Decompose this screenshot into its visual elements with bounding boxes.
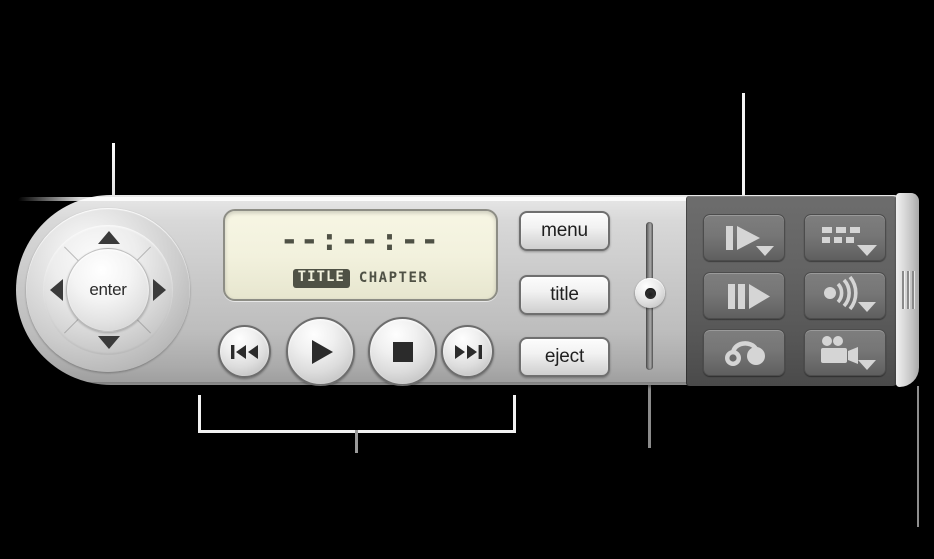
stop-icon bbox=[392, 341, 413, 362]
title-button[interactable]: title bbox=[519, 275, 610, 315]
bookmark-button[interactable] bbox=[703, 329, 785, 376]
video-camera-icon bbox=[821, 336, 876, 370]
chevron-down-icon bbox=[756, 246, 774, 256]
eject-button-label: eject bbox=[544, 346, 585, 367]
bookmark-loop-icon bbox=[725, 341, 765, 366]
next-chapter-button[interactable] bbox=[441, 325, 494, 378]
audio-waves-icon bbox=[824, 275, 876, 312]
previous-chapter-button[interactable] bbox=[218, 325, 271, 378]
triangle-down-icon[interactable] bbox=[98, 336, 120, 349]
title-button-label: title bbox=[550, 284, 579, 305]
play-icon bbox=[311, 339, 333, 364]
audio-button[interactable] bbox=[804, 272, 886, 319]
step-frame-icon bbox=[728, 284, 770, 309]
callout-resize-grip bbox=[917, 386, 919, 527]
volume-slider[interactable] bbox=[632, 222, 666, 370]
triangle-left-icon[interactable] bbox=[50, 279, 63, 301]
slow-motion-icon bbox=[726, 226, 774, 256]
menu-button-label: menu bbox=[541, 220, 588, 241]
chevron-down-icon bbox=[858, 302, 876, 312]
stop-button[interactable] bbox=[368, 317, 437, 386]
triangle-right-icon[interactable] bbox=[153, 279, 166, 301]
eject-button[interactable]: eject bbox=[519, 337, 610, 377]
grip-lines-icon bbox=[902, 271, 914, 309]
navigation-pad[interactable]: enter bbox=[26, 208, 190, 372]
lcd-time-readout: --:--:-- bbox=[280, 223, 441, 259]
lcd-chapter-indicator: CHAPTER bbox=[358, 269, 429, 286]
enter-button-label: enter bbox=[89, 280, 127, 299]
skip-back-icon bbox=[230, 344, 258, 359]
skip-forward-icon bbox=[454, 344, 482, 359]
lcd-mode-labels: TITLE CHAPTER bbox=[292, 269, 429, 288]
lcd-title-indicator: TITLE bbox=[292, 269, 350, 288]
resize-grip[interactable] bbox=[896, 193, 919, 387]
play-button[interactable] bbox=[286, 317, 355, 386]
subtitle-button[interactable] bbox=[804, 214, 886, 261]
screenshot-stage: enter --:--:-- TITLE CHAPTER menu title … bbox=[0, 0, 934, 559]
callout-transport-group bbox=[198, 395, 516, 453]
callout-volume-slider bbox=[648, 380, 651, 448]
chevron-down-icon bbox=[857, 245, 877, 256]
chevron-down-icon bbox=[858, 360, 876, 370]
extra-controls-panel bbox=[686, 196, 900, 386]
volume-slider-knob[interactable] bbox=[635, 278, 665, 308]
enter-button[interactable]: enter bbox=[66, 248, 150, 332]
lcd-display: --:--:-- TITLE CHAPTER bbox=[223, 209, 498, 301]
volume-slider-knob-hole bbox=[644, 287, 656, 299]
slow-motion-button[interactable] bbox=[703, 214, 785, 261]
menu-button[interactable]: menu bbox=[519, 211, 610, 251]
camera-angle-button[interactable] bbox=[804, 329, 886, 376]
subtitle-icon bbox=[822, 227, 877, 256]
triangle-up-icon[interactable] bbox=[98, 231, 120, 244]
step-frame-button[interactable] bbox=[703, 272, 785, 319]
